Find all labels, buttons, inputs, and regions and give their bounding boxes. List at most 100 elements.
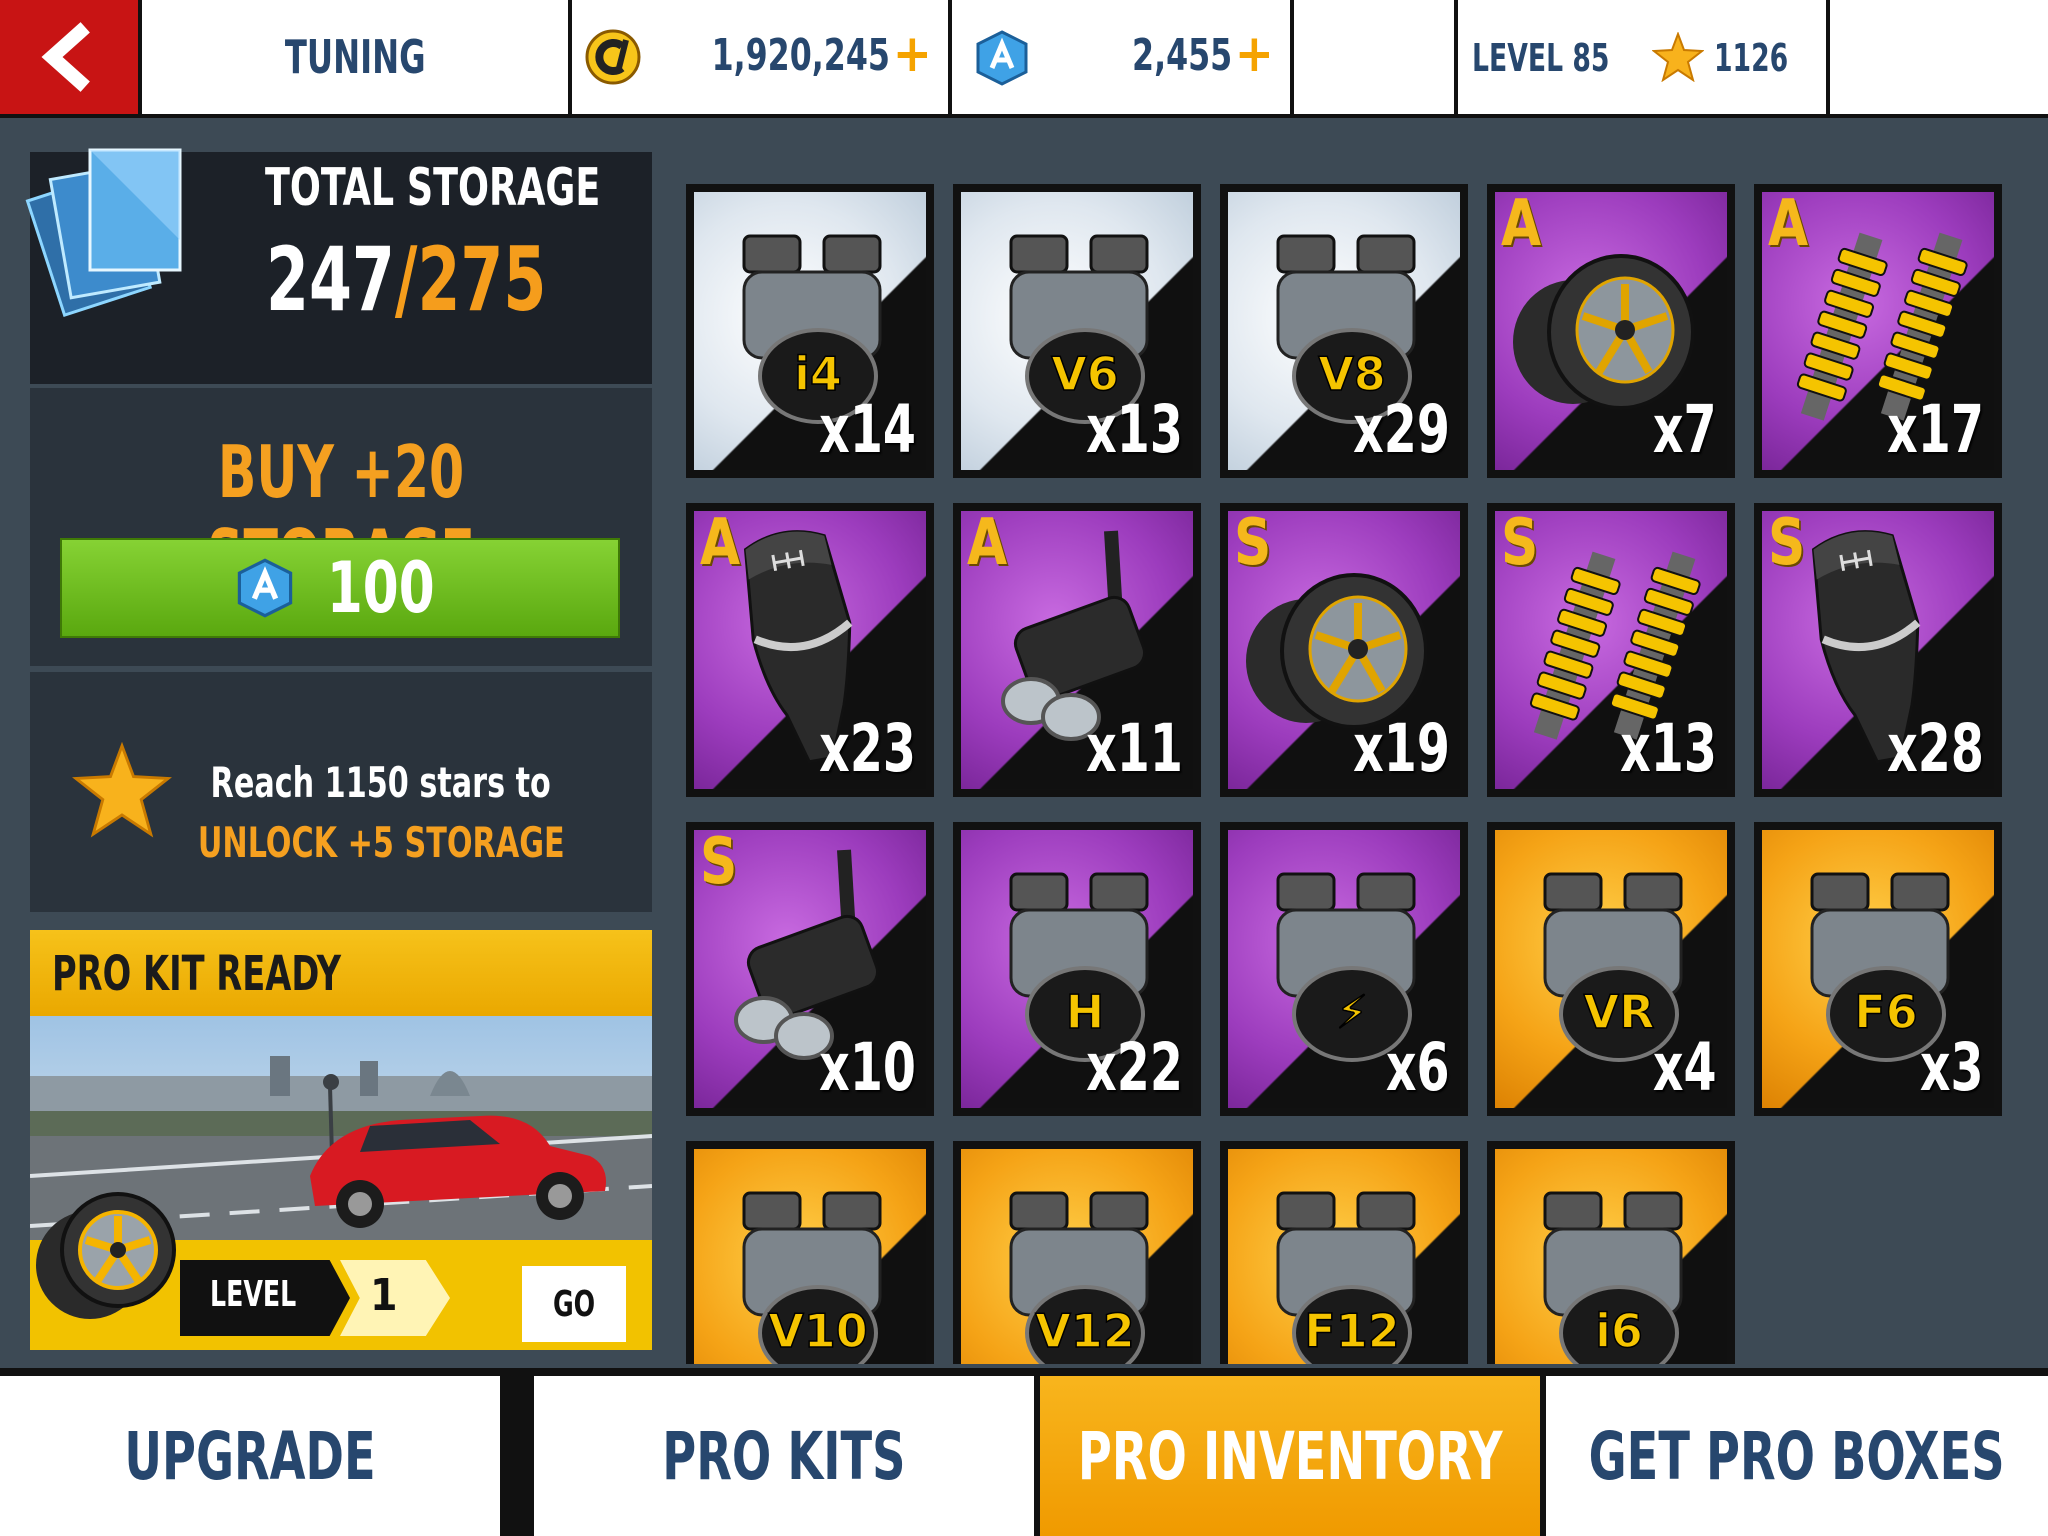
add-coins-button[interactable]: +: [893, 24, 932, 84]
inventory-card-engine-v6[interactable]: V6 x13: [953, 184, 1201, 478]
pro-kit-level-label: LEVEL: [210, 1274, 297, 1315]
storage-count: 247/275: [266, 228, 546, 331]
screen-title: TUNING: [284, 30, 426, 84]
coins-value: 1,920,245: [711, 30, 890, 81]
part-quantity: x17: [1887, 391, 1984, 468]
inventory-card-body: Sx19: [1228, 511, 1460, 789]
svg-text:V10: V10: [768, 1304, 868, 1358]
inventory-card-gearbox[interactable]: Sx28: [1754, 503, 2002, 797]
tab-get-pro-boxes[interactable]: GET PRO BOXES: [1546, 1376, 2048, 1536]
inventory-card-engine-f6[interactable]: F6 x3: [1754, 822, 2002, 1116]
player-level-cell: LEVEL 85 1126: [1458, 0, 1826, 114]
inventory-card-engine-v8[interactable]: V8 x29: [1220, 184, 1468, 478]
part-quantity: x11: [1086, 710, 1183, 787]
tier-badge: S: [1234, 511, 1272, 580]
tier-badge: S: [700, 830, 738, 899]
pro-kit-go-button[interactable]: GO: [522, 1266, 626, 1342]
inventory-card-body: F6 x3: [1762, 830, 1994, 1108]
inventory-card-engine-i6[interactable]: i6: [1487, 1141, 1735, 1364]
part-quantity: x13: [1620, 710, 1717, 787]
player-level: LEVEL 85: [1472, 36, 1610, 80]
tab-pro-kits-label: PRO KITS: [662, 1417, 906, 1495]
inventory-card-body: V10: [694, 1149, 926, 1364]
tab-pro-inventory[interactable]: PRO INVENTORY: [1040, 1376, 1540, 1536]
inventory-card-gearbox[interactable]: Ax23: [686, 503, 934, 797]
part-quantity: x7: [1653, 391, 1717, 468]
inventory-card-engine-electric[interactable]: ⚡ x6: [1220, 822, 1468, 1116]
svg-text:F6: F6: [1854, 985, 1917, 1039]
inventory-card-wheel[interactable]: Ax7: [1487, 184, 1735, 478]
inventory-card-body: F12: [1228, 1149, 1460, 1364]
inventory-card-engine-h[interactable]: H x22: [953, 822, 1201, 1116]
inventory-card-engine-v10[interactable]: V10: [686, 1141, 934, 1364]
buy-storage-button[interactable]: 100: [60, 538, 620, 638]
top-bar-spacer-right: [1830, 0, 2048, 114]
tier-badge: A: [967, 511, 1008, 580]
part-quantity: x29: [1353, 391, 1450, 468]
tier-badge: A: [1768, 192, 1809, 261]
svg-text:VR: VR: [1583, 985, 1654, 1039]
coin-icon: [585, 29, 641, 85]
part-quantity: x6: [1386, 1029, 1450, 1106]
inventory-card-body: Sx13: [1495, 511, 1727, 789]
pro-inventory-grid[interactable]: i4 x14 V6 x13 V8 x29 A x7 A x17 A x23 A …: [680, 184, 2020, 1364]
inventory-card-engine-i4[interactable]: i4 x14: [686, 184, 934, 478]
inventory-card-body: H x22: [961, 830, 1193, 1108]
bottom-tab-bar: UPGRADE PRO KITS PRO INVENTORY GET PRO B…: [0, 1368, 2048, 1536]
engine-v10-icon: V10: [742, 1191, 882, 1364]
inventory-card-body: Sx28: [1762, 511, 1994, 789]
inventory-card-suspension[interactable]: Sx13: [1487, 503, 1735, 797]
inventory-card-body: Ax11: [961, 511, 1193, 789]
tab-pro-inventory-label: PRO INVENTORY: [1077, 1417, 1503, 1495]
part-quantity: x3: [1920, 1029, 1984, 1106]
total-storage-box: TOTAL STORAGE 247/275: [25, 148, 652, 384]
tab-get-pro-boxes-label: GET PRO BOXES: [1589, 1417, 2006, 1495]
inventory-card-exhaust[interactable]: Sx10: [686, 822, 934, 1116]
engine-f12-icon: F12: [1276, 1191, 1416, 1364]
tab-pro-kits[interactable]: PRO KITS: [534, 1376, 1034, 1536]
part-quantity: x4: [1653, 1029, 1717, 1106]
part-quantity: x14: [819, 391, 916, 468]
buy-storage-box: BUY +20 STORAGE 100: [30, 388, 652, 666]
cards-stack-icon: [25, 148, 182, 318]
inventory-card-body: V12: [961, 1149, 1193, 1364]
pro-kit-card[interactable]: PRO KIT READY LEVEL 1 GO: [30, 930, 652, 1350]
tier-badge: S: [1768, 511, 1806, 580]
svg-text:i6: i6: [1595, 1304, 1643, 1358]
inventory-card-body: i6: [1495, 1149, 1727, 1364]
inventory-card-engine-f12[interactable]: F12: [1220, 1141, 1468, 1364]
go-label: GO: [552, 1283, 596, 1325]
storage-max: 275: [417, 228, 547, 331]
inventory-card-exhaust[interactable]: Ax11: [953, 503, 1201, 797]
inventory-card-body: Sx10: [694, 830, 926, 1108]
inventory-card-body: Ax23: [694, 511, 926, 789]
tab-upgrade[interactable]: UPGRADE: [0, 1376, 500, 1536]
inventory-card-body: V8 x29: [1228, 192, 1460, 470]
inventory-card-wheel[interactable]: Sx19: [1220, 503, 1468, 797]
tier-badge: A: [700, 511, 741, 580]
token-icon: [976, 30, 1028, 86]
star-icon: [1652, 32, 1704, 82]
add-gems-button[interactable]: +: [1235, 24, 1274, 84]
gems-counter[interactable]: 2,455 +: [952, 0, 1290, 114]
pro-kit-header: PRO KIT READY: [30, 930, 652, 1016]
top-bar-spacer: [1294, 0, 1454, 114]
inventory-card-body: VR x4: [1495, 830, 1727, 1108]
chevron-left-icon: [41, 22, 90, 92]
engine-v12-icon: V12: [1009, 1191, 1149, 1364]
part-quantity: x10: [819, 1029, 916, 1106]
inventory-card-body: V6 x13: [961, 192, 1193, 470]
svg-text:V12: V12: [1035, 1304, 1135, 1358]
part-quantity: x23: [819, 710, 916, 787]
pro-kit-title: PRO KIT READY: [52, 946, 341, 1002]
back-button[interactable]: [0, 0, 138, 114]
coins-counter[interactable]: 1,920,245 +: [572, 0, 948, 114]
inventory-card-engine-v12[interactable]: V12: [953, 1141, 1201, 1364]
top-bar: TUNING 1,920,245 + 2,455 + LEVEL 85 1126: [0, 0, 2048, 118]
svg-text:⚡: ⚡: [1336, 985, 1368, 1039]
inventory-card-suspension[interactable]: Ax17: [1754, 184, 2002, 478]
part-quantity: x28: [1887, 710, 1984, 787]
inventory-card-engine-vr[interactable]: VR x4: [1487, 822, 1735, 1116]
unlock-reward: UNLOCK +5 STORAGE: [197, 818, 565, 867]
part-quantity: x19: [1353, 710, 1450, 787]
